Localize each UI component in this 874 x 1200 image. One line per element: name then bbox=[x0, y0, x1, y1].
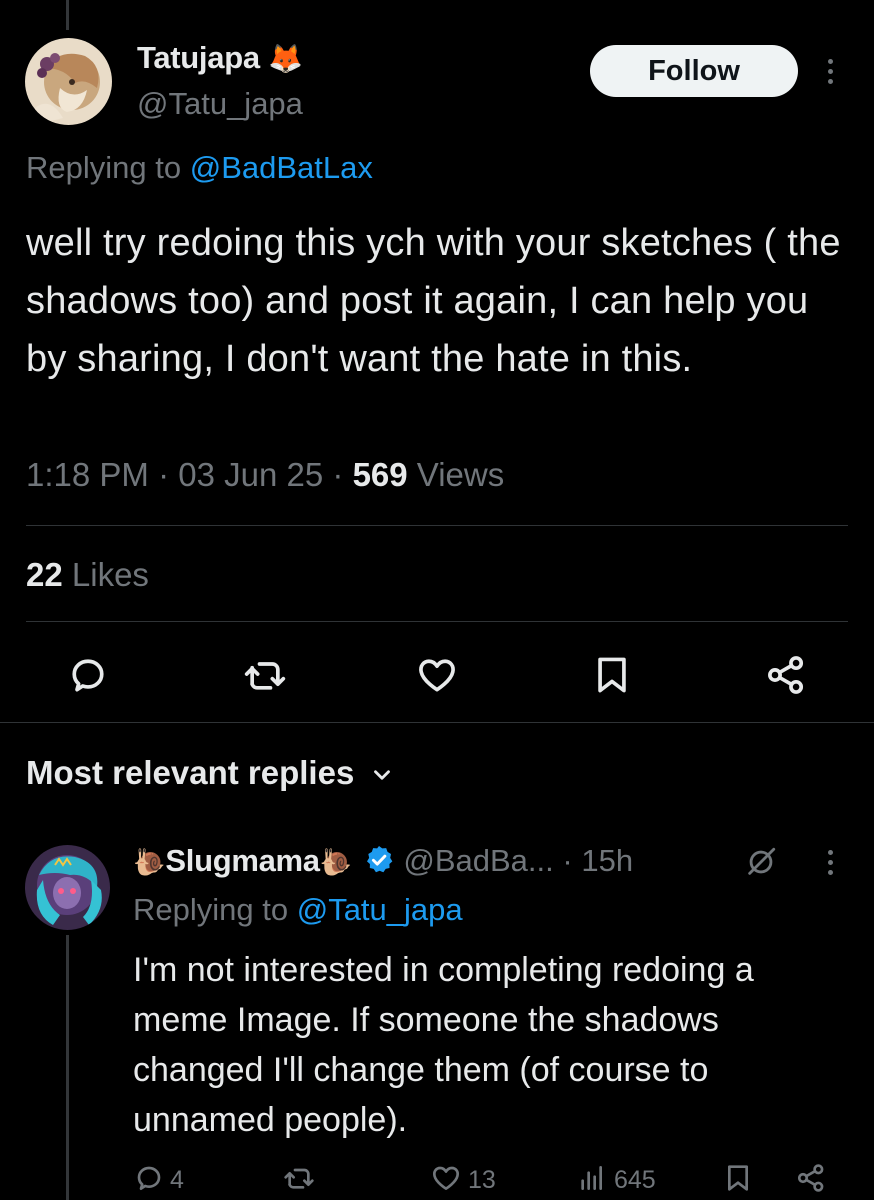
like-count: 13 bbox=[468, 1166, 496, 1194]
reply-icon[interactable] bbox=[133, 1162, 165, 1194]
replying-prefix: Replying to bbox=[26, 150, 190, 185]
author-name-row[interactable]: Tatujapa 🦊 bbox=[137, 40, 303, 76]
retweet-icon[interactable] bbox=[242, 653, 288, 697]
snail-emoji: 🐌 bbox=[319, 847, 353, 877]
likes-summary[interactable]: 22 Likes bbox=[26, 556, 149, 594]
more-dots-icon[interactable] bbox=[820, 59, 840, 84]
reply-header: 🐌Slugmama🐌 @BadBa... · 15h bbox=[133, 843, 633, 879]
divider bbox=[26, 525, 848, 526]
separator-dot: · bbox=[562, 843, 573, 878]
follow-button[interactable]: Follow bbox=[590, 45, 798, 97]
reply-author-avatar[interactable] bbox=[25, 845, 110, 930]
retweet-icon[interactable] bbox=[282, 1162, 316, 1194]
replies-sort-dropdown[interactable]: Most relevant replies bbox=[26, 754, 395, 792]
view-count: 645 bbox=[614, 1166, 656, 1194]
verified-badge-icon bbox=[366, 846, 393, 873]
replying-handle-link[interactable]: @BadBatLax bbox=[190, 150, 373, 185]
snail-emoji: 🐌 bbox=[133, 847, 166, 877]
views-icon[interactable] bbox=[576, 1162, 608, 1194]
tweet-date[interactable]: 03 Jun 25 bbox=[178, 456, 323, 493]
tweet-text: well try redoing this ych with your sket… bbox=[26, 222, 841, 380]
reply-replying-prefix: Replying to bbox=[133, 892, 297, 927]
share-icon[interactable] bbox=[795, 1162, 827, 1194]
section-divider bbox=[0, 722, 874, 723]
thread-connector-line bbox=[66, 0, 69, 30]
author-avatar[interactable] bbox=[25, 38, 112, 125]
bookmark-icon[interactable] bbox=[722, 1162, 754, 1194]
tweet-time[interactable]: 1:18 PM bbox=[26, 456, 149, 493]
share-icon[interactable] bbox=[764, 653, 808, 697]
reply-author-handle[interactable]: @BadBa... bbox=[403, 843, 553, 878]
grok-icon[interactable] bbox=[744, 845, 778, 879]
reply-time[interactable]: 15h bbox=[581, 843, 633, 878]
fox-emoji: 🦊 bbox=[268, 43, 303, 74]
author-handle[interactable]: @Tatu_japa bbox=[137, 86, 303, 122]
tweet-meta: 1:18 PM · 03 Jun 25 · 569 Views bbox=[26, 456, 505, 493]
replying-to-line: Replying to @BadBatLax bbox=[26, 150, 373, 186]
more-dots-icon[interactable] bbox=[820, 850, 840, 875]
reply-replying-handle-link[interactable]: @Tatu_japa bbox=[297, 892, 463, 927]
replies-section-title[interactable]: Most relevant replies bbox=[26, 754, 354, 791]
bookmark-icon[interactable] bbox=[590, 653, 634, 697]
heart-icon[interactable] bbox=[430, 1162, 462, 1194]
divider bbox=[26, 621, 848, 622]
reply-replying-to-line: Replying to @Tatu_japa bbox=[133, 892, 463, 928]
views-count: 569 bbox=[352, 456, 408, 493]
likes-label: Likes bbox=[71, 556, 149, 593]
reply-author-name[interactable]: Slugmama bbox=[165, 843, 320, 878]
reply-count: 4 bbox=[170, 1166, 184, 1194]
heart-icon[interactable] bbox=[415, 653, 459, 697]
likes-count: 22 bbox=[26, 556, 63, 593]
reply-text: I'm not interested in completing redoing… bbox=[133, 951, 754, 1139]
reply-thread-line bbox=[66, 935, 69, 1200]
reply-icon[interactable] bbox=[66, 653, 110, 697]
author-name[interactable]: Tatujapa bbox=[137, 40, 260, 75]
views-label: Views bbox=[416, 456, 505, 493]
chevron-down-icon bbox=[374, 770, 391, 780]
